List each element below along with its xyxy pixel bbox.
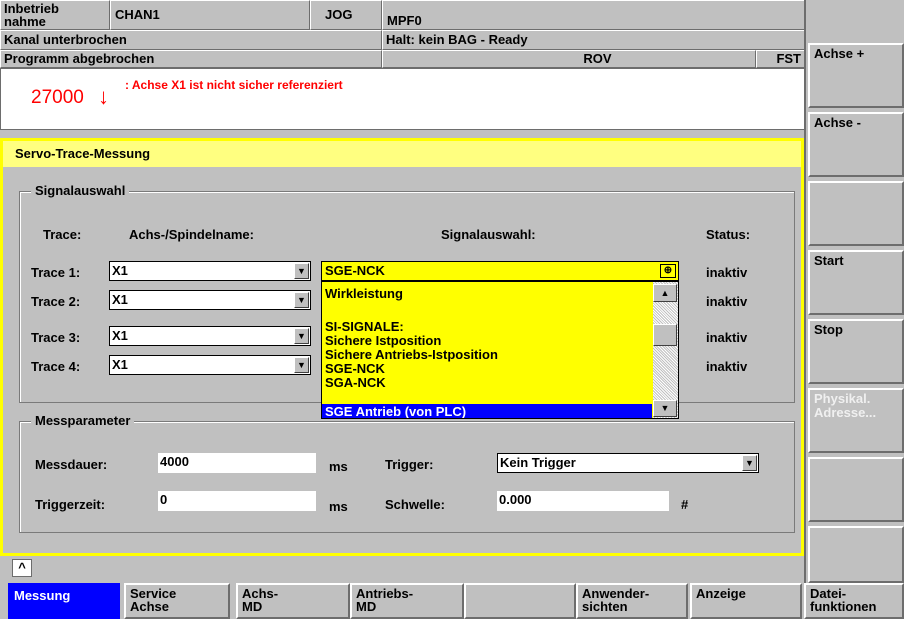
trace-1-axis-select[interactable]: X1 ▼ <box>109 261 311 281</box>
trigger-select[interactable]: Kein Trigger ▼ <box>497 453 759 473</box>
program-state: Programm abgebrochen <box>0 50 382 68</box>
trace-1-axis-value: X1 <box>112 263 128 278</box>
threshold-unit: # <box>681 497 689 512</box>
trace-3-axis-select[interactable]: X1 ▼ <box>109 326 311 346</box>
triggertime-label: Triggerzeit: <box>35 497 106 512</box>
trace-4-status: inaktiv <box>706 359 748 374</box>
tab-antriebs-md[interactable]: Antriebs- MD <box>350 583 464 619</box>
chevron-down-icon[interactable]: ▼ <box>294 357 309 373</box>
triggertime-value: 0 <box>160 492 168 507</box>
rov-indicator: ROV <box>382 50 756 68</box>
duration-unit: ms <box>329 459 348 474</box>
operating-mode: JOG <box>310 0 382 30</box>
scroll-up-icon[interactable]: ▲ <box>653 284 677 302</box>
triggertime-input[interactable]: 0 <box>158 491 316 511</box>
trace-3-label: Trace 3: <box>31 330 81 345</box>
softkey-physical-address[interactable]: Physikal. Adresse... <box>808 388 904 453</box>
trigger-value: Kein Trigger <box>500 455 576 470</box>
threshold-label: Schwelle: <box>385 497 445 512</box>
trace-1-status: inaktiv <box>706 265 748 280</box>
alarm-line: 27000 ↓ : Achse X1 ist nicht sicher refe… <box>0 68 805 130</box>
tab-empty[interactable] <box>464 583 576 619</box>
list-option[interactable]: SI-SIGNALE: <box>325 320 404 334</box>
signal-select-value: SGE-NCK <box>325 263 385 278</box>
trace-3-status: inaktiv <box>706 330 748 345</box>
softkey-empty-7[interactable] <box>808 457 904 522</box>
signal-dropdown-list[interactable]: Wirkleistung SI-SIGNALE: Sichere Istposi… <box>321 281 679 419</box>
halt-status: Halt: kein BAG - Ready <box>382 30 805 50</box>
softkey-axis-plus[interactable]: Achse + <box>808 43 904 108</box>
status-bar: ^ <box>0 556 808 583</box>
threshold-value: 0.000 <box>499 492 532 507</box>
signal-group-label: Signalauswahl <box>31 183 130 198</box>
tab-anzeige[interactable]: Anzeige <box>690 583 802 619</box>
mode-label: Inbetrieb nahme <box>0 0 110 30</box>
trace-3-axis-value: X1 <box>112 328 128 343</box>
threshold-input[interactable]: 0.000 <box>497 491 669 511</box>
signal-select[interactable]: SGE-NCK ⊕ <box>321 261 679 281</box>
softkey-empty-8[interactable] <box>808 526 904 583</box>
alarm-arrow-icon: ↓ <box>98 84 109 109</box>
trace-2-label: Trace 2: <box>31 294 81 309</box>
list-option[interactable]: SGE-NCK <box>325 362 385 376</box>
softkey-empty-3[interactable] <box>808 181 904 246</box>
col-status-header: Status: <box>706 227 751 242</box>
duration-value: 4000 <box>160 454 189 469</box>
list-option[interactable]: Sichere Antriebs-Istposition <box>325 348 498 362</box>
params-group <box>19 421 795 533</box>
tab-anwendersichten[interactable]: Anwender- sichten <box>576 583 688 619</box>
list-option[interactable]: SGA-NCK <box>325 376 386 390</box>
fst-indicator: FST <box>756 50 805 68</box>
trace-4-label: Trace 4: <box>31 359 81 374</box>
dropdown-scrollbar[interactable]: ▲ ▼ <box>653 282 678 418</box>
trace-2-axis-value: X1 <box>112 292 128 307</box>
channel-name: CHAN1 <box>110 0 310 30</box>
trace-2-status: inaktiv <box>706 294 748 309</box>
list-option-selected[interactable]: SGE Antrieb (von PLC) <box>322 404 652 418</box>
duration-label: Messdauer: <box>35 457 108 472</box>
program-name: MPF0 <box>382 0 805 30</box>
tab-dateifunktionen[interactable]: Datei- funktionen <box>804 583 904 619</box>
chevron-down-icon[interactable]: ▼ <box>294 292 309 308</box>
alarm-text: : Achse X1 ist nicht sicher referenziert <box>125 78 343 92</box>
list-option[interactable]: Wirkleistung <box>325 287 403 301</box>
col-signal-header: Signalauswahl: <box>441 227 536 242</box>
softkey-axis-minus[interactable]: Achse - <box>808 112 904 177</box>
list-option[interactable]: Sichere Istposition <box>325 334 441 348</box>
scroll-down-icon[interactable]: ▼ <box>653 400 677 417</box>
channel-state: Kanal unterbrochen <box>0 30 382 50</box>
tab-messung[interactable]: Messung <box>8 583 120 619</box>
trigger-label: Trigger: <box>385 457 434 472</box>
recall-button[interactable]: ^ <box>12 559 32 577</box>
duration-input[interactable]: 4000 <box>158 453 316 473</box>
scroll-thumb[interactable] <box>653 324 677 346</box>
col-axis-header: Achs-/Spindelname: <box>129 227 254 242</box>
chevron-down-icon[interactable]: ▼ <box>742 455 757 471</box>
chevron-down-icon[interactable]: ▼ <box>294 328 309 344</box>
trace-1-label: Trace 1: <box>31 265 81 280</box>
alarm-number: 27000 <box>31 87 84 108</box>
softkey-stop[interactable]: Stop <box>808 319 904 384</box>
params-group-label: Messparameter <box>31 413 135 428</box>
dropdown-arrow-icon[interactable]: ⊕ <box>660 264 676 278</box>
main-panel: Servo-Trace-Messung Signalauswahl Trace:… <box>0 138 804 556</box>
chevron-down-icon[interactable]: ▼ <box>294 263 309 279</box>
softkey-start[interactable]: Start <box>808 250 904 315</box>
col-trace-header: Trace: <box>43 227 82 242</box>
trace-4-axis-value: X1 <box>112 357 128 372</box>
triggertime-unit: ms <box>329 499 348 514</box>
tab-achs-md[interactable]: Achs- MD <box>236 583 350 619</box>
trace-2-axis-select[interactable]: X1 ▼ <box>109 290 311 310</box>
tab-service-achse[interactable]: Service Achse <box>124 583 230 619</box>
trace-4-axis-select[interactable]: X1 ▼ <box>109 355 311 375</box>
panel-title: Servo-Trace-Messung <box>3 141 801 167</box>
